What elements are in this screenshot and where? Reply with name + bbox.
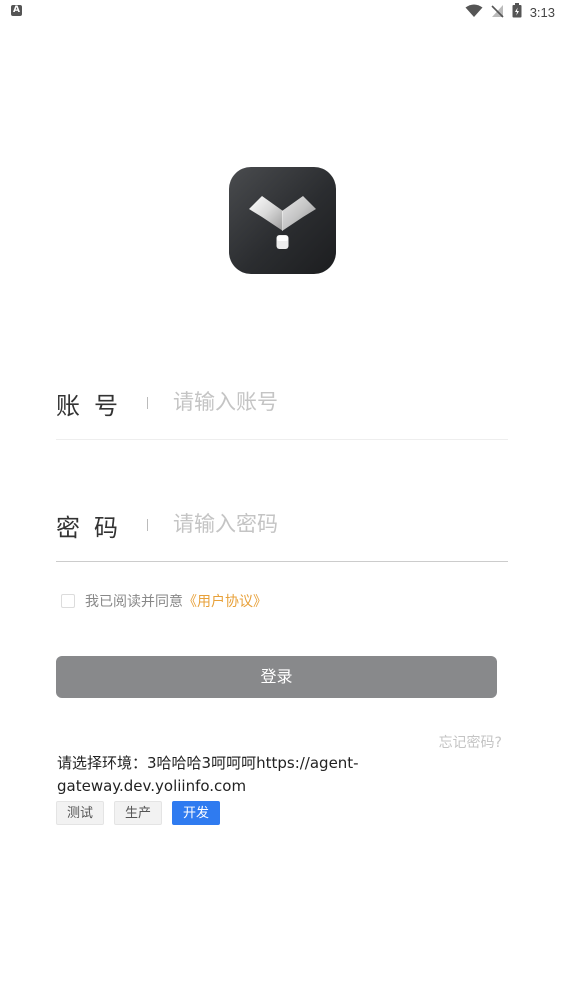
login-button[interactable]: 登录 [56,656,497,698]
account-underline [56,439,508,440]
battery-icon [512,2,522,22]
logo-mark-icon [249,196,316,249]
no-signal-icon [491,3,504,22]
account-input[interactable] [173,386,473,418]
password-divider [147,519,148,531]
notification-icon: A [11,5,22,16]
password-underline [56,561,508,562]
forgot-password-link[interactable]: 忘记密码? [439,732,502,752]
app-logo [229,167,336,274]
password-label: 密码 [56,514,132,542]
user-agreement-link[interactable]: 《用户协议》 [183,591,267,611]
agreement-row: 我已阅读并同意 《用户协议》 [61,591,267,611]
password-input[interactable] [173,508,473,540]
agreement-text: 我已阅读并同意 [85,594,183,610]
env-development-button[interactable]: 开发 [172,801,221,825]
environment-prompt: 请选择环境：3哈哈哈3呵呵呵https://agent-gateway.dev.… [57,754,359,795]
account-label: 账号 [56,392,132,420]
status-icons: 3:13 [465,2,555,22]
env-test-button[interactable]: 测试 [56,801,105,825]
agreement-checkbox[interactable] [61,594,75,608]
environment-options: 测试 生产 开发 [56,801,221,825]
wifi-icon [465,3,483,22]
account-divider [147,397,148,409]
env-production-button[interactable]: 生产 [114,801,163,825]
status-time: 3:13 [529,4,555,20]
status-bar: A 3:13 [0,0,563,24]
